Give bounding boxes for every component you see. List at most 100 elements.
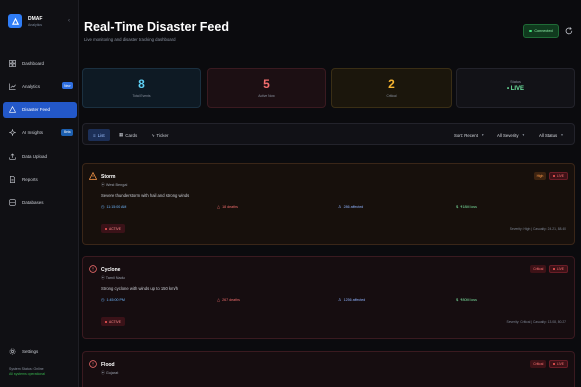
sidebar-item-label: Data Upload [22,153,48,159]
severity-badge: Critical [530,265,547,273]
event-name: Storm [101,174,116,180]
view-list-button[interactable]: ≡ List [88,129,110,141]
live-badge: LIVE [549,265,568,273]
event-description: Strong cyclone with winds up to 150 km/h [101,286,179,291]
page-subtitle: Live monitoring and disaster tracking da… [84,37,176,42]
status-dot-icon [105,320,107,323]
sidebar-item-ai-insights[interactable]: AI Insights Beta [3,125,77,141]
event-description: Severe thunderstorm with hail and strong… [101,193,190,198]
stat-status: Status • LIVE [456,68,575,108]
alert-icon: △ [217,297,221,302]
severity-badge: High [533,172,547,180]
connection-status-button[interactable]: Connected [523,24,559,38]
sidebar-item-label: Disaster Feed [22,107,51,113]
event-badges: High LIVE [531,172,568,180]
clock-icon: ◷ [101,204,105,209]
connection-label: Connected [534,29,553,33]
stat-label: Critical [386,94,397,98]
sidebar-item-data-upload[interactable]: Data Upload [3,148,77,164]
stat-label: Active Now [258,94,275,98]
sidebar-item-dashboard[interactable]: Dashboard [3,55,77,71]
event-time: ◷ 1:45:00 PM [101,297,125,302]
severity-detail: Severity: High | Casualty: 24.21, 88.40 [509,227,566,231]
live-badge: LIVE [549,360,568,368]
status-value: All Status [539,132,558,138]
upload-icon [9,153,16,160]
page-title: Real-Time Disaster Feed [84,20,229,34]
stat-label: Status [510,80,521,84]
stat-value: 2 [388,77,395,91]
dashboard-icon [9,59,16,67]
event-badges: Critical LIVE [527,265,568,273]
chevron-down-icon: ▾ [481,133,484,137]
sort-select[interactable]: Sort: Recent ▾ [454,129,484,141]
severity-badge: Critical [530,360,547,368]
connected-dot-icon [529,29,532,33]
people-icon: ♙ [338,204,342,209]
event-location: ⦿ West Bengal [101,183,128,187]
event-deaths: △ 18 deaths [217,204,238,209]
stat-value: 5 [263,77,270,91]
sparkle-icon [9,129,16,137]
event-name: Cyclone [101,267,121,273]
sort-value: Sort: Recent [454,132,478,138]
view-cards-button[interactable]: ▦ Cards [114,129,142,141]
beta-badge: Beta [61,128,73,136]
status-badge: ACTIVE [101,317,125,326]
analytics-chart-icon [9,83,16,90]
brand-subtitle: Analytics [28,22,43,27]
system-status: System Status: Online All systems operat… [9,367,45,377]
brand-name: DMAF [28,15,43,22]
alert-icon: △ [217,204,221,209]
new-badge: New [61,82,73,90]
event-loss: $ ₹18M loss [456,204,477,209]
sidebar-item-label: AI Insights [22,130,44,136]
feed-toolbar: ≡ List ▦ Cards ϟ Ticker Sort: Recent ▾ A… [82,123,575,145]
database-icon [9,199,16,206]
event-card-storm[interactable]: Storm ⦿ West Bengal Severe thunderstorm … [82,163,575,245]
sidebar-item-databases[interactable]: Databases [3,195,77,211]
sidebar-item-disaster-feed[interactable]: Disaster Feed [3,101,77,118]
warning-icon [89,172,97,180]
sidebar-nav: Dashboard Analytics New Disaster Feed AI… [3,55,77,218]
sidebar-item-reports[interactable]: Reports [3,171,77,187]
view-ticker-button[interactable]: ϟ Ticker [147,129,173,141]
live-dot-icon [553,268,556,270]
view-label: List [97,132,105,138]
chevron-down-icon: ▾ [522,133,525,137]
settings-label: Settings [22,349,39,354]
stat-label: Total Events [132,94,151,98]
collapse-sidebar-icon[interactable]: ‹ [68,18,70,24]
people-icon: ♙ [338,297,342,302]
refresh-icon[interactable] [565,27,573,35]
event-loss: $ ₹80M loss [456,297,477,302]
list-icon: ≡ [93,132,96,138]
stat-total-events: 8 Total Events [82,68,201,108]
status-select[interactable]: All Status ▾ [539,129,563,141]
brand[interactable]: DMAF Analytics [8,14,42,28]
stat-critical: 2 Critical [331,68,452,108]
severity-select[interactable]: All Severity ▾ [497,129,524,141]
warning-icon [9,106,16,113]
alert-circle-icon [89,265,97,273]
sidebar-item-settings[interactable]: Settings [9,348,38,355]
event-card-cyclone[interactable]: Cyclone ⦿ Tamil Nadu Strong cyclone with… [82,256,575,339]
stat-active-now: 5 Active Now [207,68,326,108]
severity-value: All Severity [497,132,519,138]
event-affected: ♙ 1256 affected [338,297,366,302]
sidebar: DMAF Analytics ‹ Dashboard Analytics New… [0,0,79,387]
clock-icon: ◷ [101,297,105,302]
sidebar-item-label: Analytics [22,83,41,89]
alert-circle-icon [89,360,97,368]
pulse-icon: ϟ [152,132,155,138]
gear-icon [9,348,16,355]
stat-value: 8 [138,77,145,91]
event-location: ⦿ Gujarat [101,371,119,375]
live-dot-icon [553,363,556,365]
event-location: ⦿ Tamil Nadu [101,276,125,280]
sidebar-item-analytics[interactable]: Analytics New [3,78,77,94]
status-badge: ACTIVE [101,224,125,233]
event-card-flood[interactable]: Flood ⦿ Gujarat Critical LIVE [82,351,575,387]
sidebar-item-label: Databases [22,200,44,206]
view-label: Cards [125,132,138,138]
